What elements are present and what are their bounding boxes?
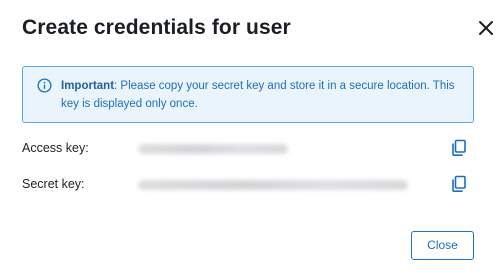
dialog-title: Create credentials for user	[22, 16, 291, 39]
access-key-label: Access key:	[22, 141, 89, 155]
access-key-value	[138, 144, 288, 154]
info-icon	[37, 78, 52, 93]
secret-key-label: Secret key:	[22, 177, 85, 191]
create-credentials-dialog: Create credentials for user Important: P…	[0, 0, 500, 274]
copy-icon[interactable]	[450, 139, 468, 157]
alert-message: Important: Please copy your secret key a…	[61, 77, 461, 113]
secret-key-value	[138, 180, 408, 190]
copy-icon[interactable]	[450, 175, 468, 193]
alert-strong: Important	[61, 80, 115, 92]
close-button[interactable]: Close	[411, 231, 474, 260]
close-icon[interactable]	[476, 18, 496, 38]
important-alert: Important: Please copy your secret key a…	[22, 66, 474, 123]
alert-body: : Please copy your secret key and store …	[61, 80, 455, 110]
